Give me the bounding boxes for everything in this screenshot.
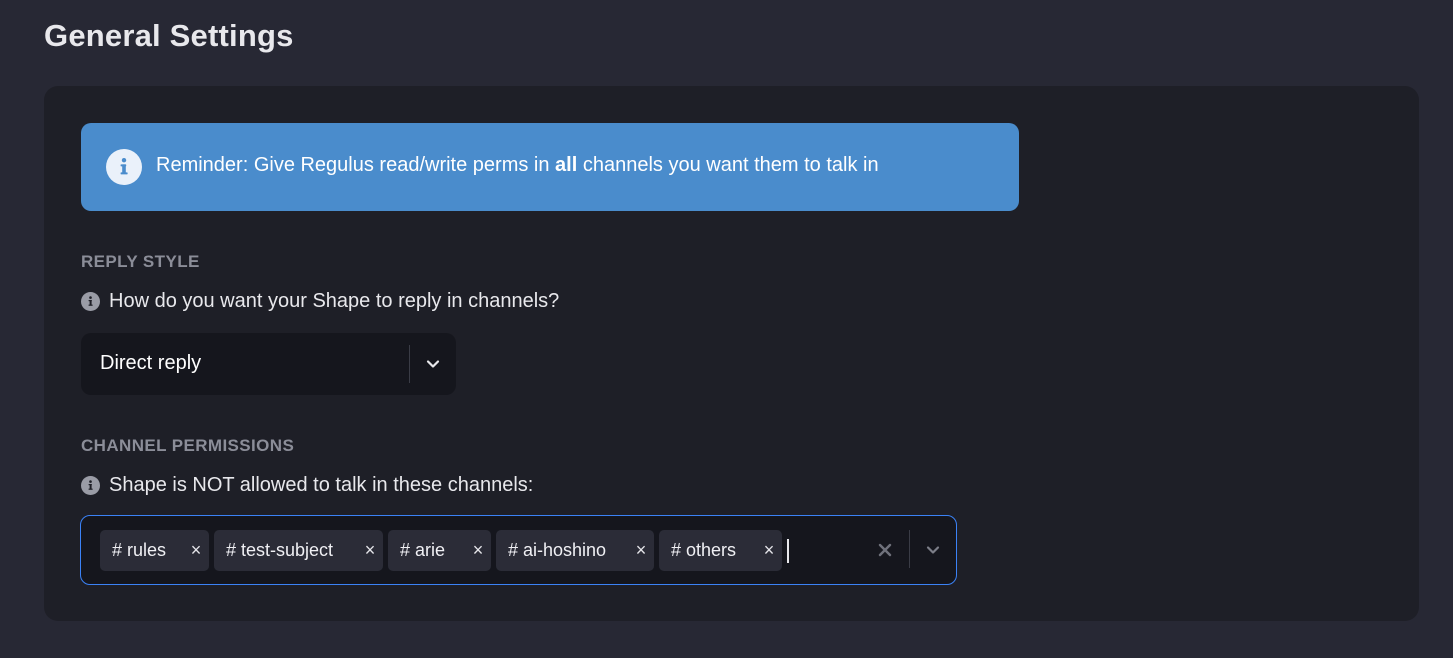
clear-x-icon: [878, 543, 892, 557]
reminder-text-end: channels you want them to talk in: [577, 154, 879, 176]
channel-chip: # arie ×: [388, 530, 491, 571]
channel-chip: # test-subject ×: [214, 530, 383, 571]
reply-style-question-text: How do you want your Shape to reply in c…: [109, 290, 560, 312]
settings-panel: Reminder: Give Regulus read/write perms …: [44, 86, 1419, 621]
channel-permissions-question-text: Shape is NOT allowed to talk in these ch…: [109, 474, 534, 496]
remove-chip-button[interactable]: ×: [628, 530, 654, 571]
reply-style-select[interactable]: Direct reply: [81, 333, 456, 395]
channel-chip-label: # others: [671, 540, 737, 560]
channel-permissions-label: CHANNEL PERMISSIONS: [81, 436, 295, 455]
reminder-text-start: Reminder: Give Regulus read/write perms …: [156, 154, 556, 176]
channel-chip: # others ×: [659, 530, 782, 571]
reminder-text: Reminder: Give Regulus read/write perms …: [156, 154, 879, 177]
blocked-channels-multiselect[interactable]: # rules × # test-subject × # arie × # ai…: [80, 515, 957, 585]
chevron-down-icon: [926, 546, 940, 554]
channel-chip-label: # test-subject: [226, 540, 334, 560]
reply-style-dropdown-button[interactable]: [410, 333, 456, 395]
channel-chip-label: # ai-hoshino: [508, 540, 607, 560]
remove-chip-button[interactable]: ×: [357, 530, 383, 571]
remove-chip-button[interactable]: ×: [756, 530, 782, 571]
channel-chip-label: # rules: [112, 540, 167, 560]
channel-chip: # ai-hoshino ×: [496, 530, 654, 571]
reply-style-label: REPLY STYLE: [81, 252, 200, 271]
info-icon[interactable]: [81, 292, 100, 311]
remove-chip-button[interactable]: ×: [183, 530, 209, 571]
info-icon[interactable]: [81, 476, 100, 495]
info-icon: [106, 149, 142, 185]
channel-permissions-question: Shape is NOT allowed to talk in these ch…: [81, 474, 533, 497]
reply-style-selected-value: Direct reply: [100, 352, 202, 374]
clear-all-button[interactable]: [868, 532, 902, 568]
reply-style-question: How do you want your Shape to reply in c…: [81, 290, 559, 313]
channels-dropdown-button[interactable]: [910, 519, 956, 581]
reminder-banner: Reminder: Give Regulus read/write perms …: [81, 123, 1019, 211]
remove-chip-button[interactable]: ×: [465, 530, 491, 571]
channel-chip-list: # rules × # test-subject × # arie × # ai…: [100, 530, 782, 571]
channel-chip: # rules ×: [100, 530, 209, 571]
text-caret[interactable]: [787, 539, 789, 563]
page-title: General Settings: [44, 18, 294, 53]
chevron-down-icon: [426, 360, 440, 368]
channel-chip-label: # arie: [400, 540, 446, 560]
reminder-text-emphasis: all: [555, 154, 578, 176]
